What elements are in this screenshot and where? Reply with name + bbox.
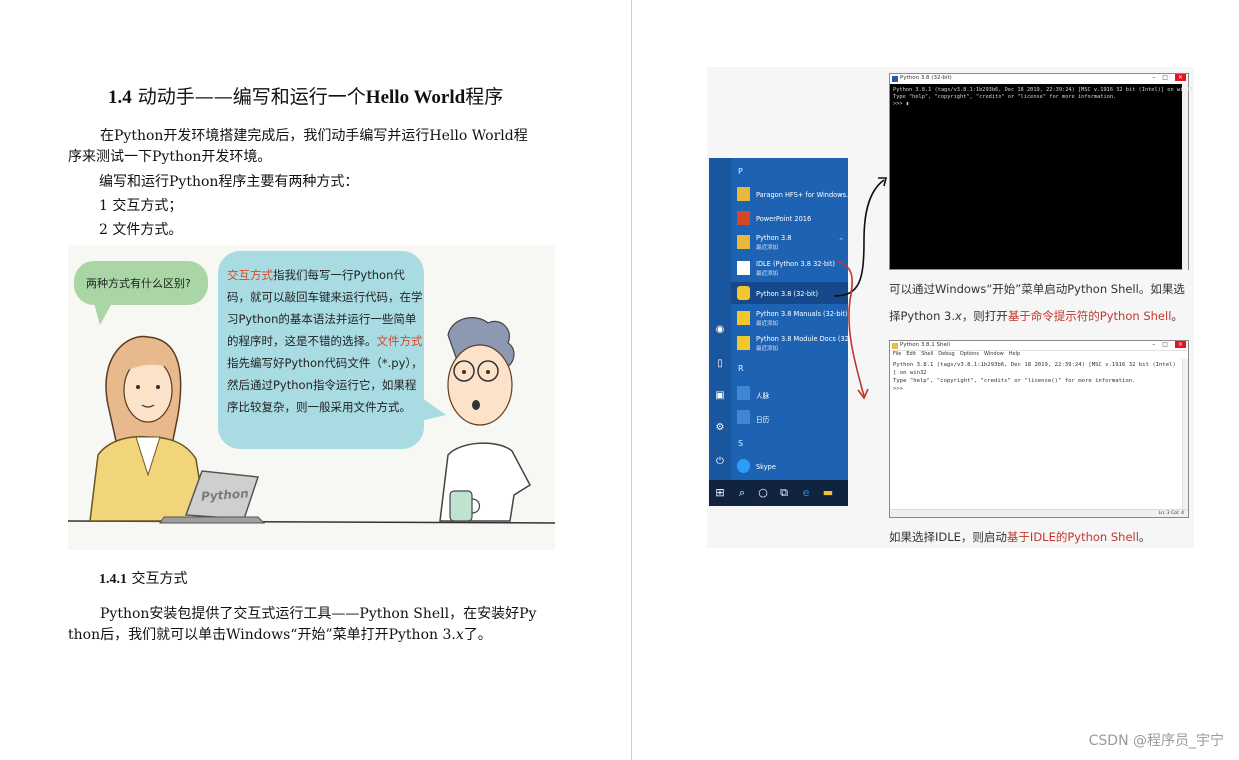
annotation-arrows	[833, 177, 888, 400]
menu-edit[interactable]: Edit	[906, 351, 916, 357]
cmd-scrollbar[interactable]	[1182, 84, 1188, 270]
csdn-watermark: CSDN @程序员_宇宁	[1088, 733, 1224, 749]
window-controls[interactable]: –□ ×	[1152, 74, 1186, 81]
user-avatar-icon[interactable]: ◉	[714, 324, 726, 336]
menu-help[interactable]: Help	[1009, 351, 1020, 357]
list-item-interactive: 1 交互方式；	[99, 198, 183, 214]
black-arrow	[833, 179, 885, 297]
caption-idle: 如果选择IDLE，则启动基于IDLE的Python Shell。	[889, 530, 1151, 544]
python-cmd-window: Python 3.8 (32-bit) –□ × Python 3.8.1 (ta…	[889, 73, 1193, 270]
menu-window[interactable]: Window	[984, 351, 1004, 357]
close-icon: ×	[1174, 74, 1186, 81]
coffee-mug	[449, 490, 473, 522]
task-view-icon[interactable]: ⧉	[777, 486, 791, 500]
menu-item-calendar[interactable]: 日历	[731, 406, 848, 428]
red-arrow	[837, 261, 865, 397]
idle-shell-window: Python 3.8.1 Shell –□ × File Edit Shell Debu…	[889, 340, 1189, 518]
calendar-icon	[737, 410, 750, 424]
power-icon[interactable]: ⏻	[714, 456, 726, 468]
idle-app-icon	[892, 343, 898, 349]
folder-icon	[737, 235, 750, 249]
list-item-file: 2 文件方式。	[99, 222, 183, 238]
man-face	[447, 344, 513, 426]
file-explorer-icon[interactable]: ▬	[821, 486, 835, 500]
cortana-icon[interactable]: ○	[756, 486, 770, 500]
people-icon	[737, 386, 750, 400]
caption-cmd: 可以通过Windows“开始”菜单启动Python Shell。如果选 择Pyt…	[889, 282, 1185, 323]
idle-menu-bar: File Edit Shell Debug Options Window Help	[890, 351, 1188, 359]
right-bubble-text: 交互方式指我们每写一行Python代码，就可以敲回车键来运行代码，在学习Pyth…	[227, 268, 423, 414]
section-title: 1.4 动动手——编写和运行一个Hello World程序	[108, 86, 504, 108]
idle-status-bar: Ln: 3 Col: 4	[890, 509, 1188, 517]
subsection-heading: 1.4.1 交互方式	[99, 571, 188, 587]
group-letter-s: S	[738, 439, 744, 448]
idle-icon	[737, 261, 750, 275]
paragraph-intro: 在Python开发环境搭建完成后，我们动手编写并运行Hello World程 序…	[68, 128, 528, 165]
python-app-icon	[892, 76, 898, 82]
menu-options[interactable]: Options	[960, 351, 979, 357]
python-icon	[737, 286, 750, 300]
windows-taskbar: ⊞ ⌕ ○ ⧉ e ▬	[709, 480, 848, 506]
powerpoint-icon	[737, 211, 750, 225]
close-icon: ×	[1174, 341, 1186, 348]
windows-logo-icon[interactable]: ⊞	[713, 486, 727, 500]
skype-icon	[737, 459, 750, 473]
comic-illustration: 两种方式有什么区别? 交互方式指我们每写一行Python代码，就可以敲回车键来运…	[68, 245, 555, 550]
idle-scrollbar[interactable]	[1182, 359, 1188, 509]
folder-icon	[737, 187, 750, 201]
group-letter-r: R	[738, 364, 744, 373]
menu-shell[interactable]: Shell	[921, 351, 933, 357]
cmd-output[interactable]: Python 3.8.1 (tags/v3.8.1:1b293b6, Dec 1…	[890, 84, 1193, 111]
settings-gear-icon[interactable]: ⚙	[714, 422, 726, 434]
paragraph-shell: Python安装包提供了交互式运行工具——Python Shell，在安装好Py…	[68, 606, 537, 643]
paragraph-methods: 编写和运行Python程序主要有两种方式：	[99, 174, 359, 190]
left-bubble-text: 两种方式有什么区别?	[86, 277, 191, 290]
start-menu-rail: ◉ ▯ ▣ ⚙ ⏻	[709, 158, 731, 480]
docs-icon	[737, 336, 750, 350]
menu-debug[interactable]: Debug	[938, 351, 954, 357]
page-divider	[631, 0, 632, 760]
idle-title-bar: Python 3.8.1 Shell –□ ×	[890, 341, 1188, 351]
edge-browser-icon[interactable]: e	[799, 486, 813, 500]
search-icon[interactable]: ⌕	[735, 486, 749, 500]
window-controls[interactable]: –□ ×	[1152, 341, 1186, 348]
pictures-icon[interactable]: ▣	[714, 390, 726, 402]
group-letter-p: P	[738, 167, 743, 176]
idle-output[interactable]: Python 3.8.1 (tags/v3.8.1:1b293b6, Dec 1…	[890, 359, 1188, 395]
menu-file[interactable]: File	[893, 351, 901, 357]
cmd-title-bar: Python 3.8 (32-bit) –□ ×	[890, 74, 1188, 84]
manual-icon	[737, 311, 750, 325]
document-icon[interactable]: ▯	[714, 358, 726, 370]
menu-item-skype[interactable]: Skype	[731, 455, 848, 477]
